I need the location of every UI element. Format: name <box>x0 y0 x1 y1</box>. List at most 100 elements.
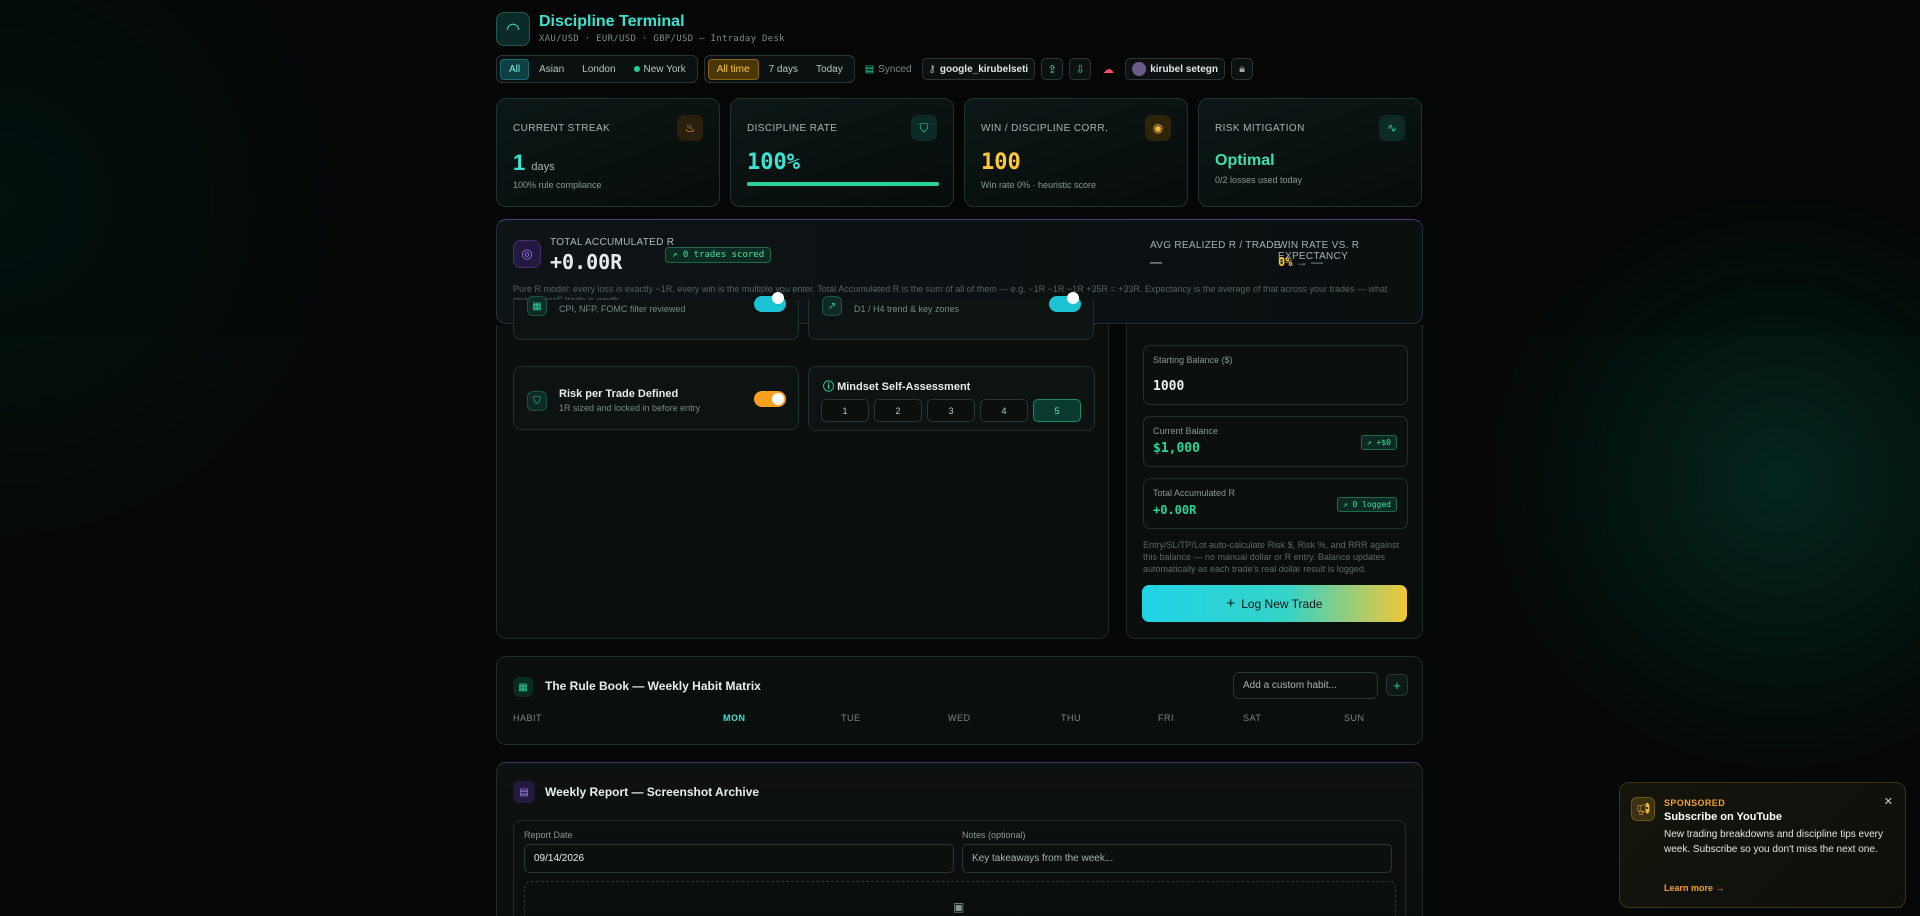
app-subtitle: XAU/USD · EUR/USD · GBP/USD — Intraday D… <box>539 34 785 44</box>
mindset-title-row: ⓘ Mindset Self-Assessment <box>823 378 970 394</box>
weekly-report-title: Weekly Report — Screenshot Archive <box>545 785 760 799</box>
mindset-option-4[interactable]: 4 <box>980 399 1028 422</box>
news-toggle[interactable] <box>754 292 786 312</box>
risk-toggle[interactable] <box>754 391 786 407</box>
report-form: Report Date 09/14/2026 Notes (optional) … <box>513 820 1406 916</box>
discipline-value: 100% <box>747 150 800 175</box>
mindset-option-3[interactable]: 3 <box>927 399 975 422</box>
shield-icon: ⛉ <box>911 115 937 141</box>
trend-check-row[interactable]: ↗ D1 / H4 trend & key zones <box>808 292 1094 340</box>
custom-habit-input[interactable] <box>1233 672 1378 699</box>
trend-check-sub: D1 / H4 trend & key zones <box>854 304 960 314</box>
calendar-icon: ▤ <box>513 781 535 803</box>
accum-r-field: Total Accumulated R +0.00R ↗ 0 logged <box>1143 478 1408 529</box>
streak-unit: days <box>531 161 555 173</box>
log-new-trade-label: Log New Trade <box>1241 596 1323 611</box>
session-filter: All Asian London New York <box>496 55 698 83</box>
header-habit: HABIT <box>513 713 543 723</box>
news-check-row[interactable]: ▦ CPI, NFP, FOMC filter reviewed <box>513 292 799 340</box>
streak-label: CURRENT STREAK <box>513 123 611 134</box>
live-dot-icon <box>633 65 640 72</box>
win-corr-label: WIN / DISCIPLINE CORR. <box>981 123 1109 134</box>
expectancy-value: → — <box>1295 255 1324 269</box>
session-all[interactable]: All <box>500 58 530 80</box>
calendar-icon: ▦ <box>527 296 547 316</box>
session-asian[interactable]: Asian <box>531 60 572 79</box>
toast-body: New trading breakdowns and discipline ti… <box>1664 829 1884 855</box>
mindset-card: ⓘ Mindset Self-Assessment 1 2 3 4 5 <box>808 366 1095 431</box>
balance-delta-badge: ↗ +$0 <box>1360 435 1397 450</box>
mindset-option-5[interactable]: 5 <box>1033 399 1081 422</box>
current-balance-field: Current Balance $1,000 ↗ +$0 <box>1143 416 1408 467</box>
report-date-input[interactable]: 09/14/2026 <box>524 844 954 873</box>
user-chip[interactable]: kirubel setegn <box>1125 58 1226 80</box>
log-new-trade-button[interactable]: + Log New Trade <box>1142 585 1407 622</box>
mindset-option-2[interactable]: 2 <box>874 399 922 422</box>
session-new-york[interactable]: New York <box>626 60 694 79</box>
streak-value-row: 1 days <box>513 150 555 176</box>
streak-card: CURRENT STREAK ♨ 1 days 100% rule compli… <box>496 98 720 207</box>
starting-balance-field[interactable]: Starting Balance ($) 1000 <box>1143 345 1408 405</box>
starting-balance-input[interactable]: 1000 <box>1153 379 1184 394</box>
header-mon: MON <box>723 713 746 723</box>
close-icon[interactable]: ✕ <box>1884 795 1893 808</box>
session-london[interactable]: London <box>574 60 623 79</box>
starting-balance-label: Starting Balance ($) <box>1153 355 1233 365</box>
report-date-label: Report Date <box>524 830 573 840</box>
current-balance-value: $1,000 <box>1153 441 1200 456</box>
range-today[interactable]: Today <box>808 60 851 79</box>
mindset-title: Mindset Self-Assessment <box>837 381 971 393</box>
range-7-days[interactable]: 7 days <box>761 60 806 79</box>
discipline-progress-fill <box>747 182 939 186</box>
balance-note: Entry/SL/TP/Lot auto-calculate Risk $, R… <box>1143 540 1400 574</box>
risk-check-sub: 1R sized and locked in before entry <box>559 403 701 413</box>
screenshot-dropzone[interactable]: ▣ <box>524 881 1396 916</box>
cloud-upload-icon[interactable]: ⇪ <box>1041 58 1064 80</box>
discipline-progress-track <box>747 182 939 186</box>
streak-value: 1 <box>513 150 526 175</box>
lock-icon[interactable]: 🔒︎ <box>1231 58 1254 80</box>
current-balance-label: Current Balance <box>1153 426 1219 436</box>
notes-label: Notes (optional) <box>962 830 1026 840</box>
account-id: google_kirubelseti <box>939 63 1029 75</box>
flame-icon: ♨ <box>677 115 703 141</box>
total-r-value: +0.00R <box>550 250 623 274</box>
news-check-sub: CPI, NFP, FOMC filter reviewed <box>559 304 686 314</box>
brain-icon: ⓘ <box>823 381 834 393</box>
risk-check-row[interactable]: ⛉ Risk per Trade Defined 1R sized and lo… <box>513 366 799 430</box>
app-title: Discipline Terminal <box>539 13 685 30</box>
key-icon: ⚷ <box>928 63 936 75</box>
mindset-scale: 1 2 3 4 5 <box>821 399 1081 422</box>
header-sat: SAT <box>1243 713 1262 723</box>
add-habit-button[interactable]: + <box>1386 674 1408 696</box>
cloud-download-icon[interactable]: ⇩ <box>1069 58 1092 80</box>
win-corr-sub: Win rate 0% · heuristic score <box>981 180 1097 190</box>
total-r-label: TOTAL ACCUMULATED R <box>550 237 675 248</box>
header-sun: SUN <box>1344 713 1365 723</box>
weekly-report-card: ▤ Weekly Report — Screenshot Archive Rep… <box>496 762 1423 916</box>
sponsored-toast: 📢︎ SPONSORED Subscribe on YouTube New tr… <box>1619 782 1906 908</box>
toolbar: All Asian London New York All time 7 day… <box>496 55 1254 83</box>
learn-more-link[interactable]: Learn more → <box>1664 883 1725 893</box>
grid-icon: ▦ <box>513 677 533 697</box>
header-wed: WED <box>948 713 971 723</box>
trend-toggle[interactable] <box>1049 292 1081 312</box>
avatar <box>1132 62 1147 76</box>
trend-icon: ↗ <box>822 296 842 316</box>
image-icon: ▣ <box>953 900 965 914</box>
risk-value: Optimal <box>1215 152 1275 169</box>
risk-card: RISK MITIGATION ∿ Optimal 0/2 losses use… <box>1198 98 1422 207</box>
win-corr-card: WIN / DISCIPLINE CORR. ◉ 100 Win rate 0%… <box>964 98 1188 207</box>
avg-r-value: — <box>1150 255 1162 269</box>
megaphone-icon: 📢︎ <box>1631 797 1655 821</box>
account-chip[interactable]: ⚷ google_kirubelseti <box>921 58 1036 80</box>
session-new-york-label: New York <box>643 63 686 75</box>
notes-input[interactable]: Key takeaways from the week... <box>962 844 1392 873</box>
range-all-time[interactable]: All time <box>707 58 759 80</box>
trades-scored-badge: ↗ 0 trades scored <box>665 247 772 263</box>
streak-sub: 100% rule compliance <box>513 180 602 190</box>
win-rate-row: 0% → — <box>1278 255 1323 269</box>
cloud-off-icon[interactable]: ☁ <box>1097 58 1119 80</box>
win-rate-value: 0% <box>1278 255 1293 269</box>
mindset-option-1[interactable]: 1 <box>821 399 869 422</box>
